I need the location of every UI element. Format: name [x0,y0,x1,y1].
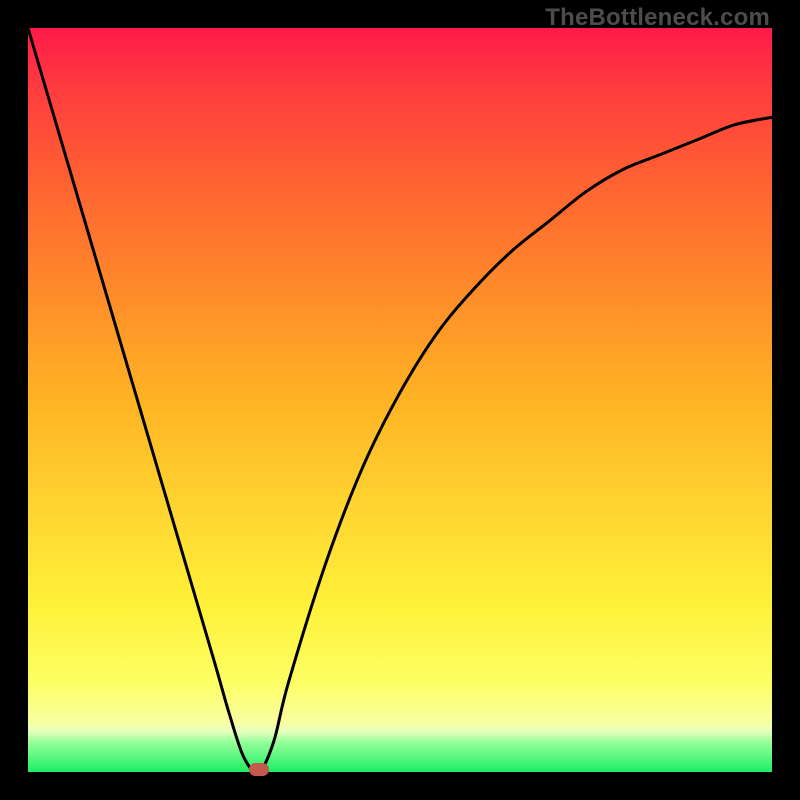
bottleneck-curve [28,28,772,772]
chart-frame: TheBottleneck.com [0,0,800,800]
curve-path [28,28,772,772]
watermark-text: TheBottleneck.com [545,4,770,32]
minimum-marker [249,763,269,776]
